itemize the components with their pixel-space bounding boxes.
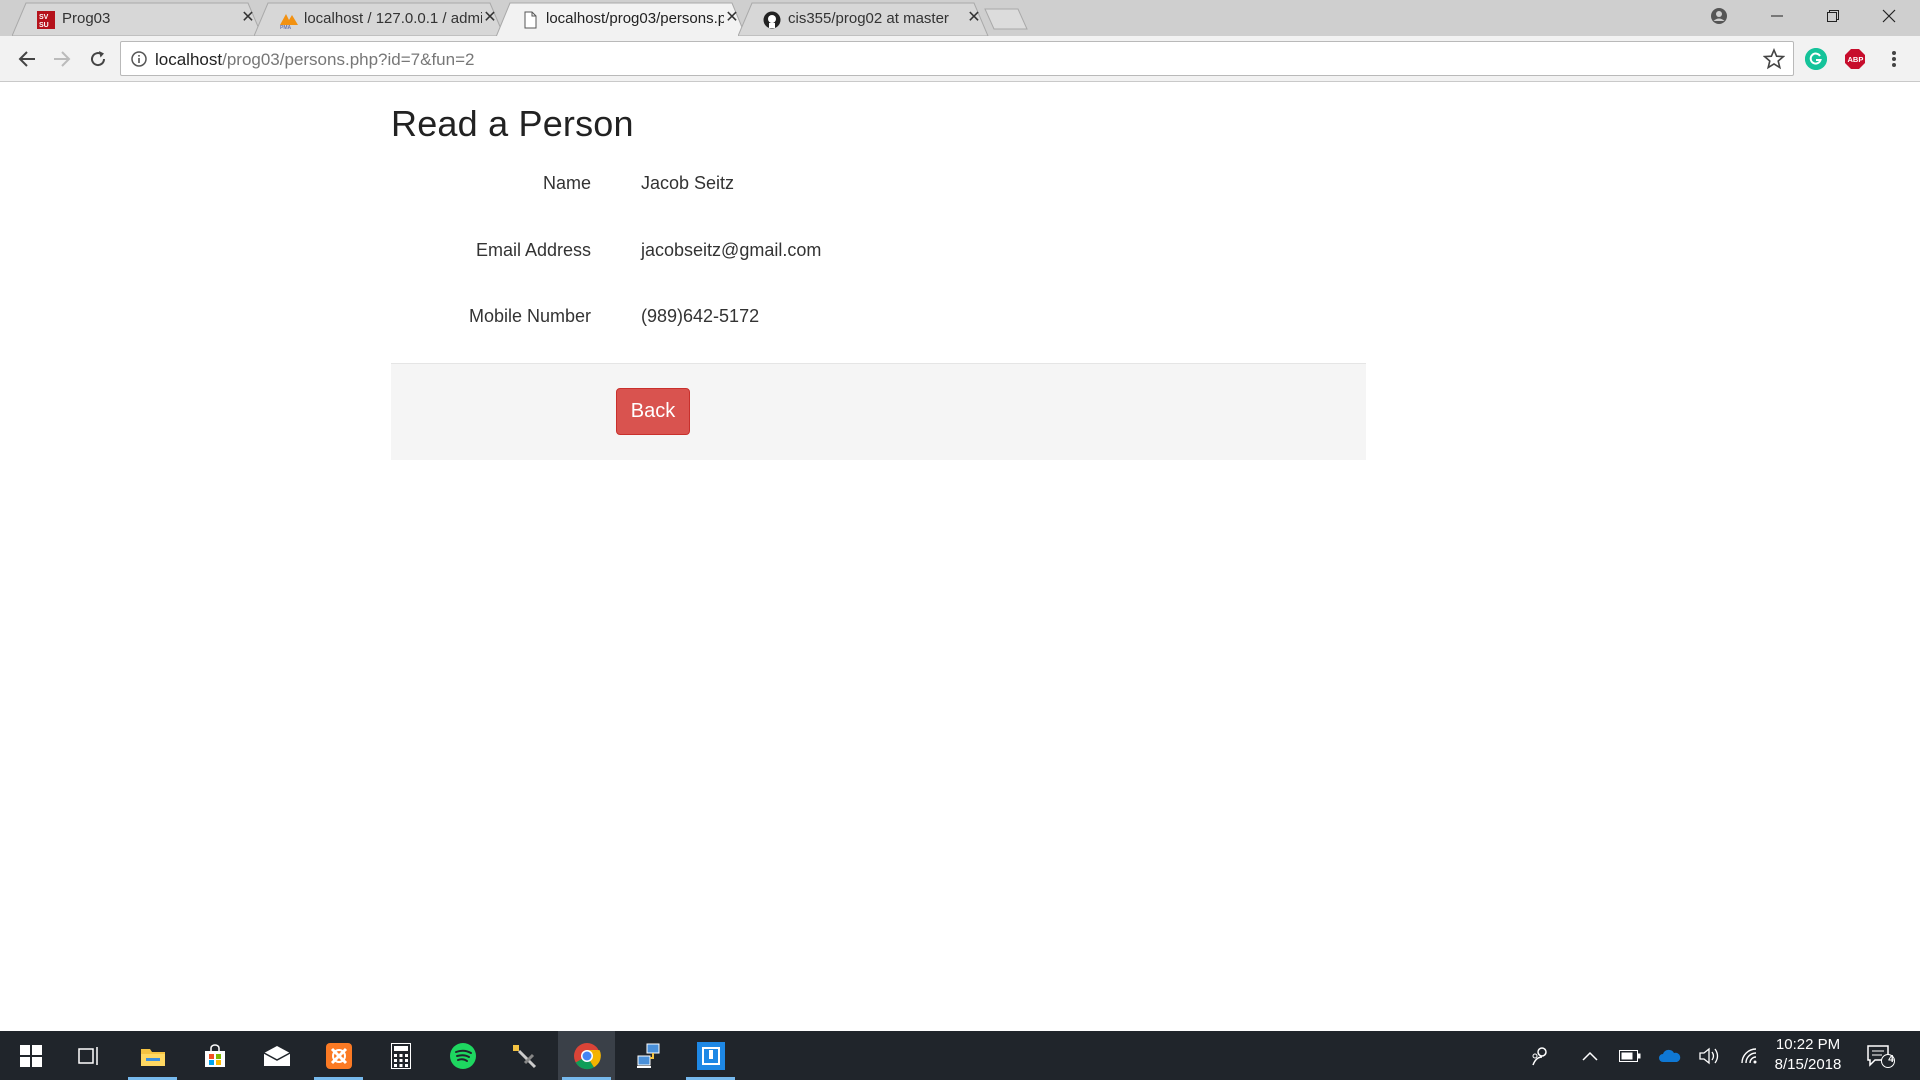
windows-start-icon[interactable]	[2, 1031, 59, 1080]
adblock-plus-icon[interactable]: ABP	[1844, 48, 1866, 70]
taskbar: 10:22 PM 8/15/2018 4	[0, 1031, 1920, 1080]
name-row: Name Jacob Seitz	[391, 173, 1366, 203]
svg-text:SU: SU	[39, 22, 49, 29]
xampp-icon[interactable]	[310, 1031, 367, 1080]
svsu-icon: SV SU	[37, 11, 55, 29]
email-value: jacobseitz@gmail.com	[641, 240, 822, 260]
browser-toolbar: localhost/prog03/persons.php?id=7&fun=2 …	[0, 36, 1920, 82]
svg-text:SV: SV	[39, 14, 49, 21]
name-label: Name	[542, 173, 591, 193]
clock[interactable]: 10:22 PM 8/15/2018	[1764, 1035, 1852, 1075]
phpmyadmin-icon: PMA	[279, 11, 298, 31]
tab-title: Prog03	[62, 10, 111, 27]
battery-icon[interactable]	[1618, 1045, 1642, 1067]
action-center-icon[interactable]: 4	[1866, 1045, 1896, 1068]
chrome-icon[interactable]	[558, 1031, 615, 1080]
chevron-up-icon[interactable]	[1578, 1045, 1602, 1067]
spotify-icon[interactable]	[434, 1031, 491, 1080]
tab-strip: SV SU Prog03 ✕ PMA localhost / 127.0.0.1 …	[0, 0, 1920, 37]
info-icon[interactable]	[131, 51, 147, 67]
back-arrow-icon[interactable]	[13, 45, 41, 73]
network-app-icon[interactable]	[620, 1031, 677, 1080]
github-icon	[763, 11, 781, 29]
task-view-icon[interactable]	[60, 1031, 117, 1080]
reload-icon[interactable]	[84, 45, 112, 73]
menu-icon[interactable]	[1880, 45, 1908, 73]
mail-icon[interactable]	[248, 1031, 305, 1080]
forward-arrow-icon[interactable]	[48, 45, 76, 73]
profile-icon[interactable]	[1696, 0, 1742, 32]
tab-github[interactable]: cis355/prog02 at master ✕	[738, 2, 989, 36]
blue-app-icon[interactable]	[682, 1031, 739, 1080]
tab-title: cis355/prog02 at master	[788, 10, 949, 27]
onedrive-icon[interactable]	[1658, 1045, 1682, 1067]
mobile-row: Mobile Number (989)642-5172	[391, 306, 1366, 336]
email-row: Email Address jacobseitz@gmail.com	[391, 240, 1366, 270]
clock-time: 10:22 PM	[1775, 1036, 1841, 1053]
back-button[interactable]: Back	[616, 388, 690, 435]
minimize-button[interactable]	[1754, 0, 1800, 32]
svg-text:ABP: ABP	[1848, 55, 1864, 64]
store-icon[interactable]	[186, 1031, 243, 1080]
name-value: Jacob Seitz	[641, 173, 735, 193]
page-content: Read a Person Name Jacob Seitz Email Add…	[0, 83, 1920, 1031]
tab-prog03[interactable]: SV SU Prog03 ✕	[12, 2, 263, 36]
page-title: Read a Person	[391, 103, 634, 144]
close-window-button[interactable]	[1866, 0, 1912, 32]
close-icon[interactable]: ✕	[966, 10, 982, 26]
calculator-icon[interactable]	[372, 1031, 429, 1080]
bookmark-star-icon[interactable]	[1762, 47, 1786, 70]
url-text: localhost/prog03/persons.php?id=7&fun=2	[155, 50, 475, 69]
grammarly-icon[interactable]	[1805, 48, 1827, 70]
form-actions: Back	[391, 363, 1366, 460]
email-label: Email Address	[475, 240, 591, 260]
page-icon	[521, 11, 539, 29]
people-icon[interactable]	[1528, 1045, 1552, 1067]
tab-title: localhost/prog03/persons.php	[546, 10, 724, 27]
clock-date: 8/15/2018	[1774, 1056, 1842, 1073]
mobile-label: Mobile Number	[468, 306, 591, 326]
tools-icon[interactable]	[496, 1031, 553, 1080]
wifi-icon[interactable]	[1738, 1045, 1762, 1067]
notification-count: 4	[1888, 1054, 1894, 1065]
svg-text:PMA: PMA	[280, 25, 292, 29]
volume-icon[interactable]	[1698, 1045, 1722, 1067]
address-bar[interactable]: localhost/prog03/persons.php?id=7&fun=2	[120, 41, 1794, 76]
restore-button[interactable]	[1810, 0, 1856, 32]
tab-title: localhost / 127.0.0.1 / admin	[304, 10, 482, 27]
mobile-value: (989)642-5172	[641, 306, 760, 326]
new-tab-button[interactable]	[984, 8, 1028, 30]
file-explorer-icon[interactable]	[124, 1031, 181, 1080]
tab-persons[interactable]: localhost/prog03/persons.php ✕	[496, 2, 747, 37]
tab-phpmyadmin[interactable]: PMA localhost / 127.0.0.1 / admin ✕	[254, 2, 505, 36]
